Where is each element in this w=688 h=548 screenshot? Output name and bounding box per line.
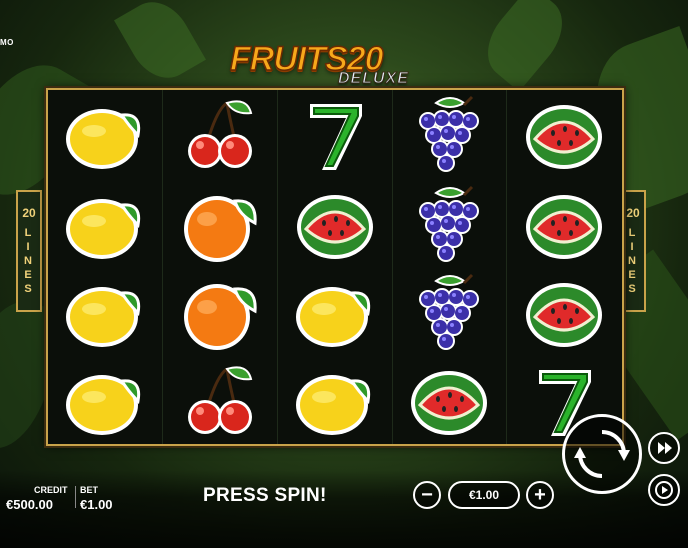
demo-label: MO <box>0 38 14 47</box>
paylines-count: 20 <box>626 206 640 220</box>
paylines-word: LINES <box>628 227 638 295</box>
orange-icon <box>173 182 267 268</box>
bet-selector[interactable]: €1.00 <box>448 481 520 509</box>
lemon-icon <box>58 182 152 268</box>
divider <box>75 486 76 508</box>
spin-button[interactable] <box>562 414 642 494</box>
reel-1 <box>48 90 163 444</box>
reel-3 <box>278 90 393 444</box>
spin-arrows-icon <box>574 430 630 478</box>
grapes-icon <box>402 270 496 356</box>
reel-4 <box>392 90 508 444</box>
bet-label: BET <box>80 485 98 495</box>
credit-label: CREDIT <box>34 485 68 495</box>
game-logo: FRUITS20 DELUXE <box>226 39 466 92</box>
grapes-icon <box>402 92 496 178</box>
lemon-icon <box>58 358 152 444</box>
bet-value: €1.00 <box>80 497 113 512</box>
cherry-icon <box>173 92 267 178</box>
autoplay-button[interactable] <box>648 474 680 506</box>
reels-board <box>46 88 624 446</box>
seven-icon <box>288 92 382 178</box>
fast-forward-icon <box>658 442 672 454</box>
autoplay-icon <box>655 481 673 499</box>
status-message: PRESS SPIN! <box>203 485 327 506</box>
logo-subtitle: DELUXE <box>338 70 409 88</box>
paylines-indicator-left: 20 LINES <box>16 190 42 312</box>
credit-value: €500.00 <box>6 497 53 512</box>
lemon-icon <box>58 92 152 178</box>
paylines-word: LINES <box>24 227 34 295</box>
lemon-icon <box>58 270 152 356</box>
watermelon-icon <box>517 270 611 356</box>
watermelon-icon <box>402 358 496 444</box>
decrease-bet-button[interactable]: − <box>413 481 441 509</box>
orange-icon <box>173 270 267 356</box>
reel-2 <box>163 90 278 444</box>
increase-bet-button[interactable]: + <box>526 481 554 509</box>
grapes-icon <box>402 182 496 268</box>
watermelon-icon <box>288 182 382 268</box>
paylines-count: 20 <box>22 206 36 220</box>
reel-5 <box>507 90 621 444</box>
watermelon-icon <box>517 92 611 178</box>
turbo-button[interactable] <box>648 432 680 464</box>
lemon-icon <box>288 270 382 356</box>
cherry-icon <box>173 358 267 444</box>
lemon-icon <box>288 358 382 444</box>
watermelon-icon <box>517 182 611 268</box>
